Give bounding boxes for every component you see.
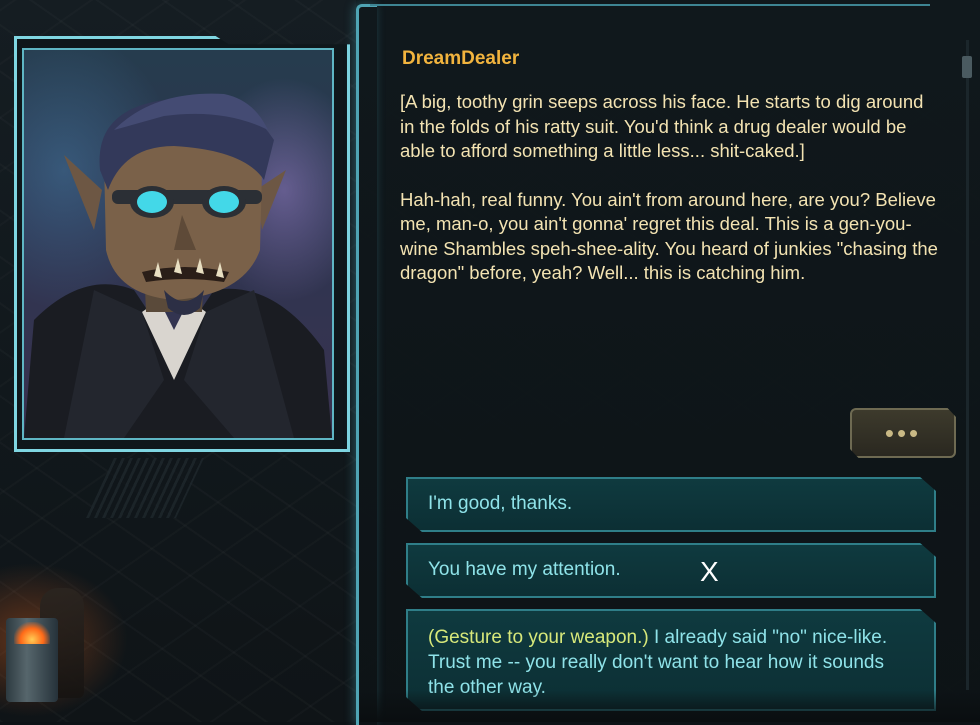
speaker-name: DreamDealer xyxy=(402,48,520,69)
reply-option[interactable]: You have my attention. xyxy=(406,543,936,598)
reply-action: (Gesture to your weapon.) xyxy=(428,627,649,648)
reply-option[interactable]: I'm good, thanks. xyxy=(406,477,936,532)
reply-text: You have my attention. xyxy=(428,559,621,580)
panel-bottom-fade xyxy=(360,690,980,722)
dialog-scroll-track[interactable] xyxy=(966,40,969,690)
mouse-cursor: X xyxy=(700,556,719,587)
continue-button[interactable]: ••• xyxy=(850,408,956,458)
dialog-text: [A big, toothy grin seeps across his fac… xyxy=(400,90,940,310)
dialog-panel-top-border xyxy=(370,4,930,22)
dialog-narration: [A big, toothy grin seeps across his fac… xyxy=(400,91,924,161)
dialog-panel-border xyxy=(356,4,377,725)
barrel-fire xyxy=(14,622,50,644)
ellipsis-icon: ••• xyxy=(884,418,922,448)
dialog-scroll-thumb[interactable] xyxy=(962,56,972,78)
dialog-speech: Hah-hah, real funny. You ain't from arou… xyxy=(400,188,938,284)
orc-portrait-icon xyxy=(24,93,332,438)
reply-text: I'm good, thanks. xyxy=(428,493,573,514)
npc-portrait xyxy=(22,48,334,440)
